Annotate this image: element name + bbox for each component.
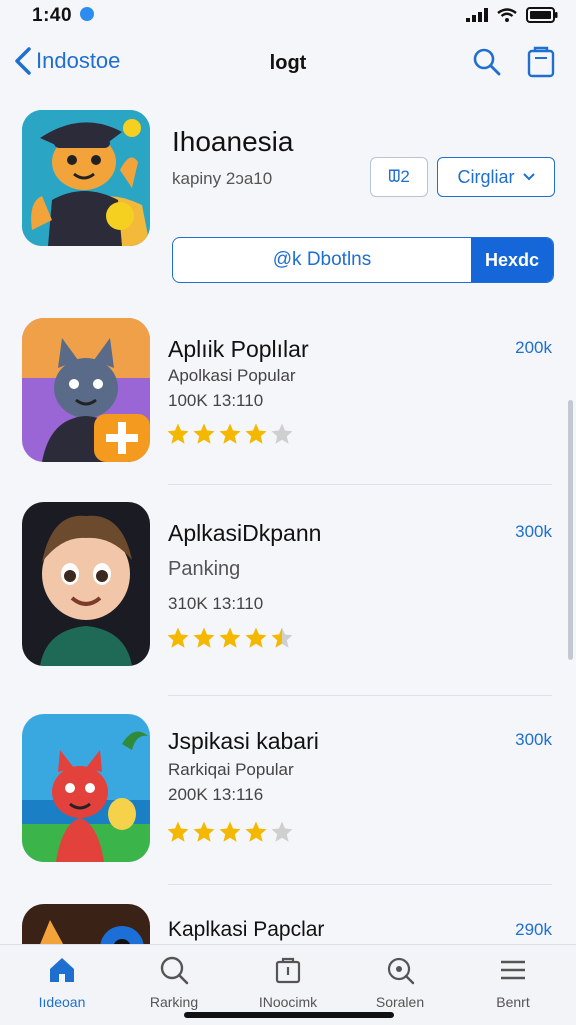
home-indicator <box>184 1012 394 1018</box>
signal-icon <box>466 8 488 22</box>
app-meta: 200K 13:116 <box>168 785 264 804</box>
divider <box>168 695 552 696</box>
scrollbar[interactable] <box>568 400 573 660</box>
cat-character-icon <box>22 318 150 462</box>
star-icon <box>219 821 241 842</box>
app-name: AplkasiDkpann <box>168 520 322 546</box>
star-icon <box>245 627 267 648</box>
tab-label: Soralen <box>375 994 425 1010</box>
list-item[interactable]: Aplıik Poplılar 200k Apolkasi Popular 10… <box>0 318 576 468</box>
back-label: Indostoe <box>36 48 121 73</box>
tab-notifications[interactable]: INoocimk <box>238 955 338 1010</box>
star-icon <box>167 627 189 648</box>
app-meta: 310K 13:110 <box>168 594 264 613</box>
star-icon <box>167 423 189 444</box>
menu-icon <box>501 960 525 980</box>
star-icon <box>193 821 215 842</box>
star-rating <box>166 422 294 446</box>
search-icon[interactable] <box>472 47 502 77</box>
search-icon <box>160 956 189 985</box>
list-item[interactable]: AplkasiDkpann 300k Panking 310K 13:110 <box>0 502 576 666</box>
app-subtitle: kapiny 2ɔa10 <box>172 169 273 188</box>
star-icon <box>193 627 215 648</box>
star-icon <box>245 423 267 444</box>
app-category: Rarkiqai Popular <box>168 760 294 779</box>
star-icon <box>245 821 267 842</box>
star-rating <box>166 820 294 844</box>
app-category: Apolkasi Popular <box>168 366 296 385</box>
secondary-button[interactable]: ᗵ2 <box>370 157 428 197</box>
app-icon <box>22 714 150 862</box>
app-meta: 100K 13:110 <box>168 391 264 410</box>
app-icon <box>22 110 150 246</box>
navigation-bar: Indostoe loɡt <box>0 36 576 94</box>
segment-right-button[interactable]: Hexdc <box>471 238 553 282</box>
app-name: Kaplkasi Papclar <box>168 918 325 941</box>
star-icon <box>271 821 293 842</box>
star-icon <box>271 627 293 648</box>
tab-label: INoocimk <box>258 994 318 1010</box>
tab-label: Rarking <box>149 994 199 1010</box>
list-item[interactable]: Kaplkasi Papclar 290k <box>0 904 576 964</box>
star-icon <box>167 821 189 842</box>
app-rank: 290k <box>515 920 552 939</box>
segmented-action: @k Dbotlns Hexdc <box>172 237 554 283</box>
wifi-icon <box>497 8 517 22</box>
magnifier-icon <box>387 957 415 985</box>
star-icon <box>271 423 293 444</box>
segment-left-button[interactable]: @k Dbotlns <box>173 238 471 282</box>
character-icon <box>22 110 150 246</box>
app-icon <box>22 318 150 462</box>
share-icon[interactable] <box>526 46 556 78</box>
status-bar: 1:40 <box>0 0 576 34</box>
island-character-icon <box>22 714 150 862</box>
nav-actions <box>472 46 556 78</box>
dropdown-label: Cirgliar <box>457 166 515 187</box>
tab-label: Benrt <box>496 994 530 1010</box>
star-icon <box>219 423 241 444</box>
tab-ranking[interactable]: Rarking <box>124 955 224 1010</box>
app-rank: 200k <box>515 338 552 357</box>
star-rating <box>166 626 294 650</box>
tab-more[interactable]: Benrt <box>463 955 563 1010</box>
back-button[interactable]: Indostoe <box>14 46 120 76</box>
app-rank: 300k <box>515 522 552 541</box>
status-time: 1:40 <box>32 5 73 26</box>
divider <box>168 884 552 885</box>
chevron-left-icon <box>15 47 31 75</box>
tab-label: Iıdeoan <box>38 994 86 1010</box>
app-header: Ihoanesia kapiny 2ɔa10 ᗵ2 Cirgliar @k Db… <box>22 110 562 300</box>
app-category: Panking <box>168 558 241 580</box>
home-icon <box>50 958 74 982</box>
bag-icon <box>275 957 301 984</box>
app-icon <box>22 502 150 666</box>
star-icon <box>219 627 241 648</box>
tab-home[interactable]: Iıdeoan <box>12 955 112 1010</box>
location-icon <box>80 7 94 21</box>
list-item[interactable]: Jspikasi kabari 300k Rarkiqai Popular 20… <box>0 714 576 862</box>
app-name: Aplıik Poplılar <box>168 336 309 362</box>
app-title: Ihoanesia <box>172 126 294 157</box>
chevron-down-icon <box>522 173 535 181</box>
battery-icon <box>526 7 558 23</box>
app-rank: 300k <box>515 730 552 749</box>
dropdown-button[interactable]: Cirgliar <box>437 157 555 197</box>
tab-search[interactable]: Soralen <box>350 955 450 1010</box>
status-indicators <box>466 7 558 23</box>
star-icon <box>193 423 215 444</box>
boy-character-icon <box>22 502 150 666</box>
app-name: Jspikasi kabari <box>168 728 319 754</box>
divider <box>168 484 552 485</box>
